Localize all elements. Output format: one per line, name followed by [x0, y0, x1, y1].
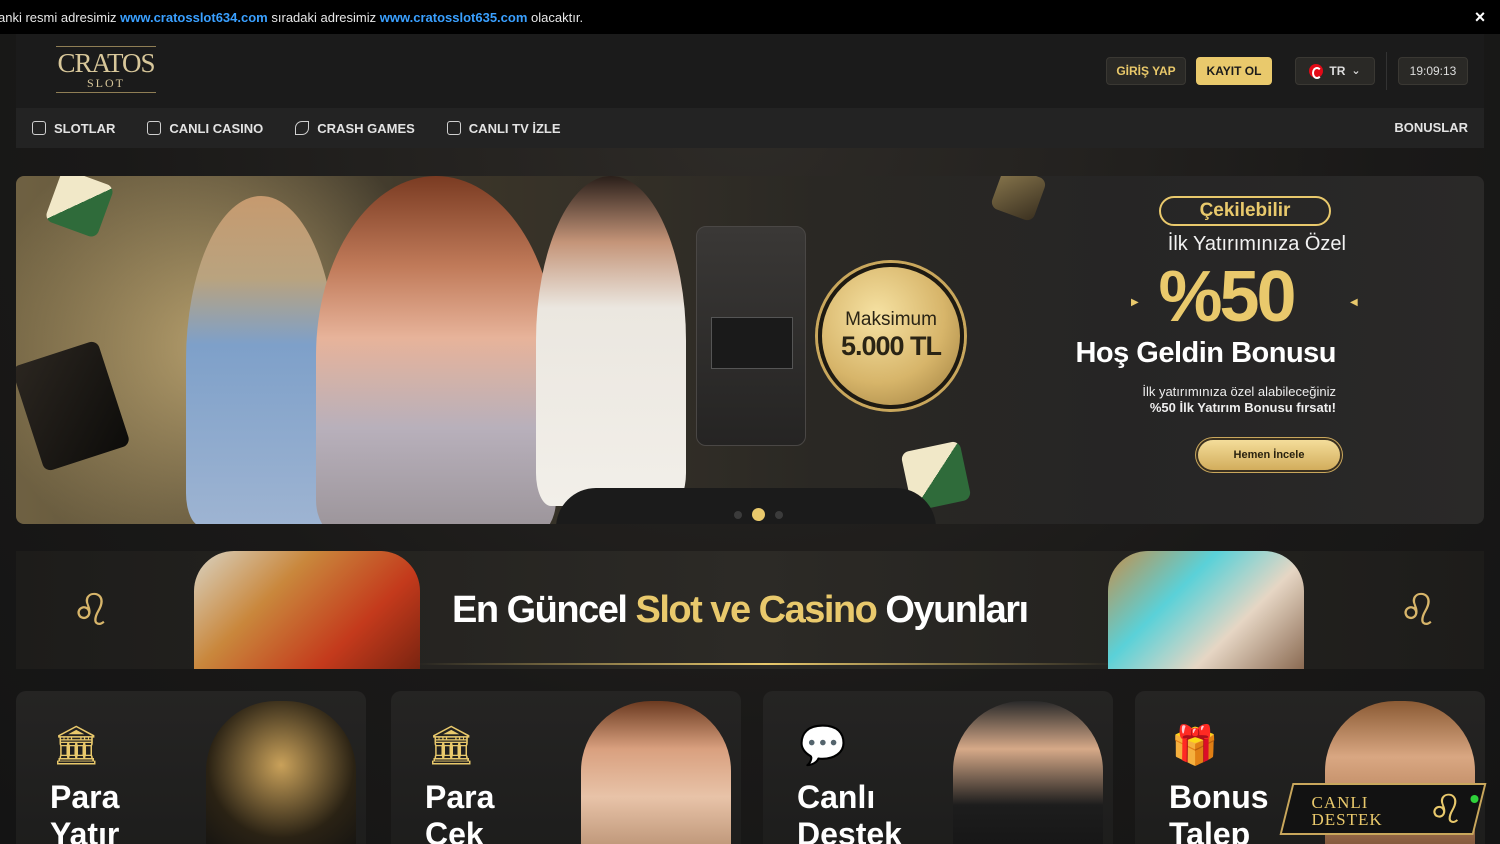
hero-model-center: [316, 176, 556, 524]
coin-amount: 5.000 TL: [840, 331, 942, 361]
banner-title-gold: Slot ve Casino: [635, 589, 877, 631]
register-button[interactable]: KAYIT OL: [1196, 57, 1272, 85]
turkey-flag-icon: [1309, 64, 1324, 79]
announcement-text: anki resmi adresimiz www.cratosslot634.c…: [0, 10, 583, 25]
lion-emblem-icon: ♌: [71, 586, 111, 635]
close-icon[interactable]: ×: [1468, 5, 1492, 29]
card-title-line: Destek: [797, 816, 902, 844]
gift-icon: 🎁: [1171, 725, 1219, 767]
slot-machine-icon: [32, 121, 46, 135]
card-title-line: Yatır: [50, 816, 120, 844]
card-title-line: Para: [50, 779, 120, 815]
card-title-line: Para: [425, 779, 495, 815]
arrow-left-icon: ◀: [1350, 297, 1358, 308]
promo-percentage: %50: [1158, 257, 1296, 337]
announcement-prefix: anki resmi adresimiz: [0, 9, 117, 25]
hero-model-left: [186, 196, 336, 524]
banner-title-part: Oyunları: [885, 589, 1029, 631]
tv-icon: [446, 121, 461, 135]
announcement-bar: anki resmi adresimiz www.cratosslot634.c…: [0, 0, 1500, 34]
bank-icon: 🏛: [52, 725, 101, 767]
games-banner-title: En Güncel Slot ve Casino Oyunları: [452, 589, 1029, 632]
promo-title: Hoş Geldin Bonusu: [1075, 337, 1336, 369]
announcement-middle: sıradaki adresimiz: [271, 9, 377, 25]
logo-text-bottom: SLOT: [56, 77, 156, 93]
promo-desc-line: İlk yatırımınıza özel alabileceğiniz: [1142, 384, 1336, 399]
max-amount-coin: Maksimum 5.000 TL: [818, 263, 964, 409]
live-support-label: CANLI DESTEK: [1311, 793, 1383, 829]
promo-desc-line: %50 İlk Yatırım Bonusu fırsatı!: [1149, 400, 1336, 415]
nav-item-canli-casino[interactable]: CANLI CASINO: [147, 121, 263, 136]
live-support-line: DESTEK: [1311, 810, 1383, 829]
games-banner[interactable]: ♌ En Güncel Slot ve Casino Oyunları ♌: [16, 551, 1484, 669]
online-status-dot: [1470, 795, 1479, 803]
lion-emblem-icon: ♌: [1398, 586, 1438, 635]
next-url-link[interactable]: www.cratosslot635.com: [380, 10, 528, 25]
coin-label: Maksimum: [845, 309, 937, 330]
card-canli-destek[interactable]: 💬 Canlı Destek: [763, 691, 1113, 844]
login-button[interactable]: GİRİŞ YAP: [1106, 57, 1186, 85]
slider-dot[interactable]: [775, 510, 783, 519]
site-logo[interactable]: CRATOS SLOT: [56, 46, 156, 96]
card-title-line: Çek: [425, 816, 484, 844]
logo-text-top: CRATOS: [56, 46, 156, 78]
bank-icon: 🏛: [427, 725, 476, 767]
banner-title-part: En Güncel: [452, 589, 628, 631]
language-selector[interactable]: TR ⌄: [1295, 57, 1375, 85]
cards-icon: [147, 121, 162, 135]
promo-cta-button[interactable]: Hemen İncele: [1198, 440, 1340, 470]
card-image: [953, 701, 1103, 844]
slot-machine-image: [696, 226, 806, 446]
nav-item-slotlar[interactable]: SLOTLAR: [32, 121, 115, 136]
header-divider: [1386, 52, 1387, 90]
game-characters-left: [194, 551, 420, 669]
card-para-cek[interactable]: 🏛 Para Çek: [391, 691, 741, 844]
nav-item-label: CRASH GAMES: [317, 120, 415, 136]
rocket-icon: [295, 121, 310, 135]
card-title-line: Canlı: [797, 779, 876, 815]
current-url-link[interactable]: www.cratosslot634.com: [120, 10, 268, 25]
slider-dot[interactable]: [734, 510, 742, 519]
live-support-button[interactable]: CANLI DESTEK ♌: [1279, 783, 1487, 835]
game-characters-right: [1108, 551, 1304, 669]
nav-item-canli-tv[interactable]: CANLI TV İZLE: [446, 120, 561, 136]
card-image: [206, 701, 356, 844]
lion-emblem-icon: ♌: [1427, 788, 1464, 832]
card-title: Para Yatır: [50, 779, 190, 844]
card-image: [581, 701, 731, 844]
dice-image: [989, 176, 1048, 223]
banner-underline: [416, 663, 1116, 665]
live-support-line: CANLI: [1311, 793, 1369, 812]
chevron-down-icon: ⌄: [1351, 65, 1361, 77]
card-para-yatir[interactable]: 🏛 Para Yatır: [16, 691, 366, 844]
nav-item-bonuslar[interactable]: BONUSLAR: [1394, 120, 1468, 135]
promo-subtitle: İlk Yatırımınıza Özel: [1167, 233, 1346, 255]
promo-description: İlk yatırımınıza özel alabileceğiniz %50…: [1056, 384, 1336, 416]
nav-item-crash-games[interactable]: CRASH GAMES: [295, 121, 415, 136]
withdrawable-badge: Çekilebilir: [1159, 196, 1331, 226]
nav-item-label: CANLI CASINO: [169, 120, 264, 136]
header: CRATOS SLOT GİRİŞ YAP KAYIT OL TR ⌄ 19:0…: [16, 34, 1484, 108]
slider-dots: [734, 508, 783, 521]
nav-item-label: SLOTLAR: [54, 120, 116, 136]
slider-dot-active[interactable]: [752, 508, 765, 521]
card-title: Canlı Destek: [797, 779, 937, 844]
chat-icon: 💬: [799, 725, 847, 767]
card-title: Para Çek: [425, 779, 565, 844]
announcement-suffix: olacaktır.: [531, 9, 584, 25]
hero-model-right: [536, 176, 686, 506]
main-nav: SLOTLAR CANLI CASINO CRASH GAMES CANLI T…: [16, 108, 1484, 148]
hero-banner[interactable]: Maksimum 5.000 TL Çekilebilir İlk Yatırı…: [16, 176, 1484, 524]
clock: 19:09:13: [1398, 57, 1468, 85]
nav-item-label: CANLI TV İZLE: [468, 120, 561, 136]
language-label: TR: [1329, 64, 1346, 78]
